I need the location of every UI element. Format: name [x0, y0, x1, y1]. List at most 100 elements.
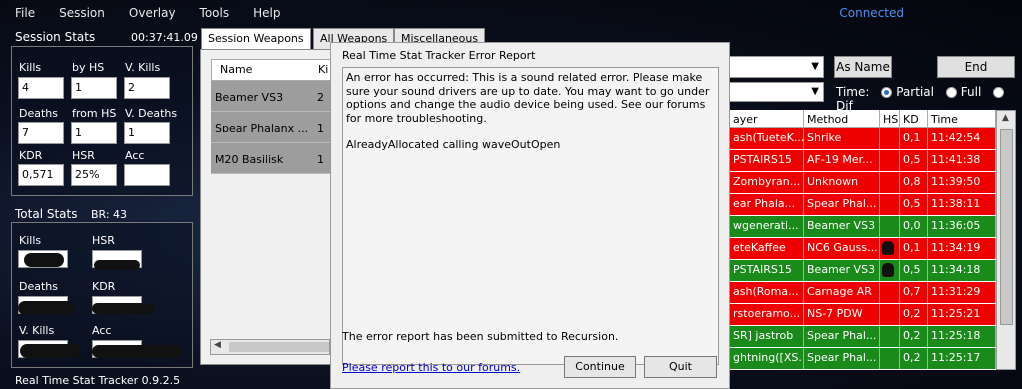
- total-vkills-label: V. Kills: [19, 324, 55, 337]
- weapon-name: M20 Basilisk: [215, 153, 284, 166]
- kills-field[interactable]: 4: [18, 77, 64, 99]
- time-label: Time:: [836, 85, 870, 99]
- col-name[interactable]: Name: [220, 63, 318, 77]
- table-row[interactable]: eteKaffee NC6 Gauss... 0,1 11:34:19: [730, 238, 996, 260]
- forums-link[interactable]: Please report this to our forums.: [342, 361, 520, 374]
- menu-file[interactable]: File: [15, 6, 35, 20]
- menu-tools[interactable]: Tools: [200, 6, 230, 20]
- player-cell: rstoeramo...: [730, 304, 804, 325]
- menu-help[interactable]: Help: [253, 6, 280, 20]
- hsr-label: HSR: [72, 149, 95, 162]
- col-hs[interactable]: HS: [880, 110, 900, 127]
- col-kd[interactable]: KD: [900, 110, 928, 127]
- table-row[interactable]: ash(TueteK... Shrike 0,1 11:42:54: [730, 128, 996, 150]
- kd-cell: 0,1: [900, 238, 928, 259]
- redacted-mark: [94, 260, 140, 270]
- continue-button[interactable]: Continue: [564, 356, 636, 378]
- kdr-field[interactable]: 0,571: [18, 164, 64, 186]
- acc-field[interactable]: [124, 164, 170, 186]
- chevron-down-icon: ▼: [811, 86, 819, 97]
- player-cell: ash(TueteK...: [730, 128, 804, 149]
- session-stats-title: Session Stats: [15, 30, 96, 44]
- player-cell: ash(Roma...: [730, 282, 804, 303]
- kd-cell: 0,2: [900, 348, 928, 369]
- end-button[interactable]: End: [937, 56, 1015, 78]
- horizontal-scrollbar[interactable]: ◀: [210, 339, 330, 355]
- player-cell: PSTAIRS15: [730, 260, 804, 281]
- hs-cell: [880, 150, 900, 171]
- table-row[interactable]: Beamer VS3 2: [211, 81, 341, 112]
- col-player[interactable]: ayer: [730, 110, 804, 127]
- scroll-left-icon[interactable]: ◀: [214, 340, 221, 350]
- vkills-label: V. Kills: [125, 61, 161, 74]
- radio-partial[interactable]: [881, 87, 893, 98]
- table-row[interactable]: ghtning([XS... Spear Phal... 0,2 11:25:17: [730, 348, 996, 370]
- radio-full[interactable]: [945, 87, 957, 98]
- table-row[interactable]: Zombyran... Unknown 0,8 11:39:50: [730, 172, 996, 194]
- vertical-scrollbar[interactable]: ▲: [996, 110, 1016, 370]
- deaths-label: Deaths: [19, 107, 58, 120]
- kills-table: ayer Method HS KD Time ash(TueteK... Shri…: [730, 110, 996, 370]
- filter-select-bottom[interactable]: ▼: [728, 82, 824, 102]
- quit-button[interactable]: Quit: [644, 356, 717, 378]
- menu-session[interactable]: Session: [59, 6, 105, 20]
- kd-cell: 0,5: [900, 194, 928, 215]
- hsr-field[interactable]: 25%: [71, 164, 117, 186]
- hs-cell: [880, 348, 900, 369]
- redacted-mark: [92, 303, 154, 314]
- total-hsr-label: HSR: [92, 234, 115, 247]
- weapons-header: Name Ki: [211, 59, 341, 81]
- byhs-field[interactable]: 1: [71, 77, 117, 99]
- error-text-area[interactable]: An error has occurred: This is a sound r…: [342, 67, 719, 365]
- player-cell: SR] jastrob: [730, 326, 804, 347]
- time-cell: 11:39:50: [928, 172, 996, 193]
- player-cell: Zombyran...: [730, 172, 804, 193]
- hs-cell: [880, 260, 900, 281]
- skull-icon: [882, 241, 894, 255]
- scroll-thumb[interactable]: [229, 342, 329, 352]
- menu-overlay[interactable]: Overlay: [129, 6, 176, 20]
- partial-label: Partial: [896, 85, 934, 99]
- total-stats-title: Total Stats: [15, 207, 78, 221]
- table-row[interactable]: PSTAIRS15 Beamer VS3 0,5 11:34:18: [730, 260, 996, 282]
- method-cell: Unknown: [804, 172, 880, 193]
- deaths-field[interactable]: 7: [18, 122, 64, 144]
- weapon-name: Beamer VS3: [215, 91, 284, 104]
- time-cell: 11:25:17: [928, 348, 996, 369]
- hs-cell: [880, 194, 900, 215]
- table-row[interactable]: ash(Roma... Carnage AR 0,7 11:31:29: [730, 282, 996, 304]
- table-row[interactable]: rstoeramo... NS-7 PDW 0,2 11:25:21: [730, 304, 996, 326]
- method-cell: NC6 Gauss...: [804, 238, 880, 259]
- fromhs-field[interactable]: 1: [71, 122, 117, 144]
- table-row[interactable]: ear Phala... Spear Phal... 0,5 11:38:11: [730, 194, 996, 216]
- hs-cell: [880, 128, 900, 149]
- table-row[interactable]: Spear Phalanx ... 1: [211, 112, 341, 143]
- method-cell: Beamer VS3: [804, 216, 880, 237]
- col-kills[interactable]: Ki: [318, 63, 328, 77]
- time-cell: 11:34:19: [928, 238, 996, 259]
- weapons-panel: Name Ki Beamer VS3 2 Spear Phalanx ... 1…: [200, 49, 341, 365]
- hs-cell: [880, 326, 900, 347]
- radio-dif[interactable]: [993, 87, 1005, 98]
- session-stats-panel: Kills by HS V. Kills 4 1 2 Deaths from H…: [11, 46, 193, 196]
- kd-cell: 0,0: [900, 216, 928, 237]
- as-name-button[interactable]: As Name: [834, 56, 892, 78]
- tab-session-weapons[interactable]: Session Weapons: [201, 28, 311, 50]
- table-row[interactable]: SR] jastrob Spear Phal... 0,2 11:25:18: [730, 326, 996, 348]
- error-dialog: Real Time Stat Tracker Error Report An e…: [330, 42, 730, 389]
- vdeaths-field[interactable]: 1: [124, 122, 170, 144]
- scroll-up-icon[interactable]: ▲: [1002, 113, 1009, 123]
- kd-cell: 0,5: [900, 260, 928, 281]
- total-acc-label: Acc: [92, 324, 112, 337]
- time-cell: 11:41:38: [928, 150, 996, 171]
- table-row[interactable]: wgenerati... Beamer VS3 0,0 11:36:05: [730, 216, 996, 238]
- table-row[interactable]: M20 Basilisk 1: [211, 143, 341, 174]
- scroll-thumb[interactable]: [1000, 129, 1013, 325]
- player-cell: ghtning([XS...: [730, 348, 804, 369]
- col-time[interactable]: Time: [928, 110, 996, 127]
- col-method[interactable]: Method: [804, 110, 880, 127]
- method-cell: NS-7 PDW: [804, 304, 880, 325]
- table-row[interactable]: PSTAIRS15 AF-19 Mer... 0,5 11:41:38: [730, 150, 996, 172]
- vkills-field[interactable]: 2: [124, 77, 170, 99]
- filter-select-top[interactable]: ▼: [728, 56, 824, 78]
